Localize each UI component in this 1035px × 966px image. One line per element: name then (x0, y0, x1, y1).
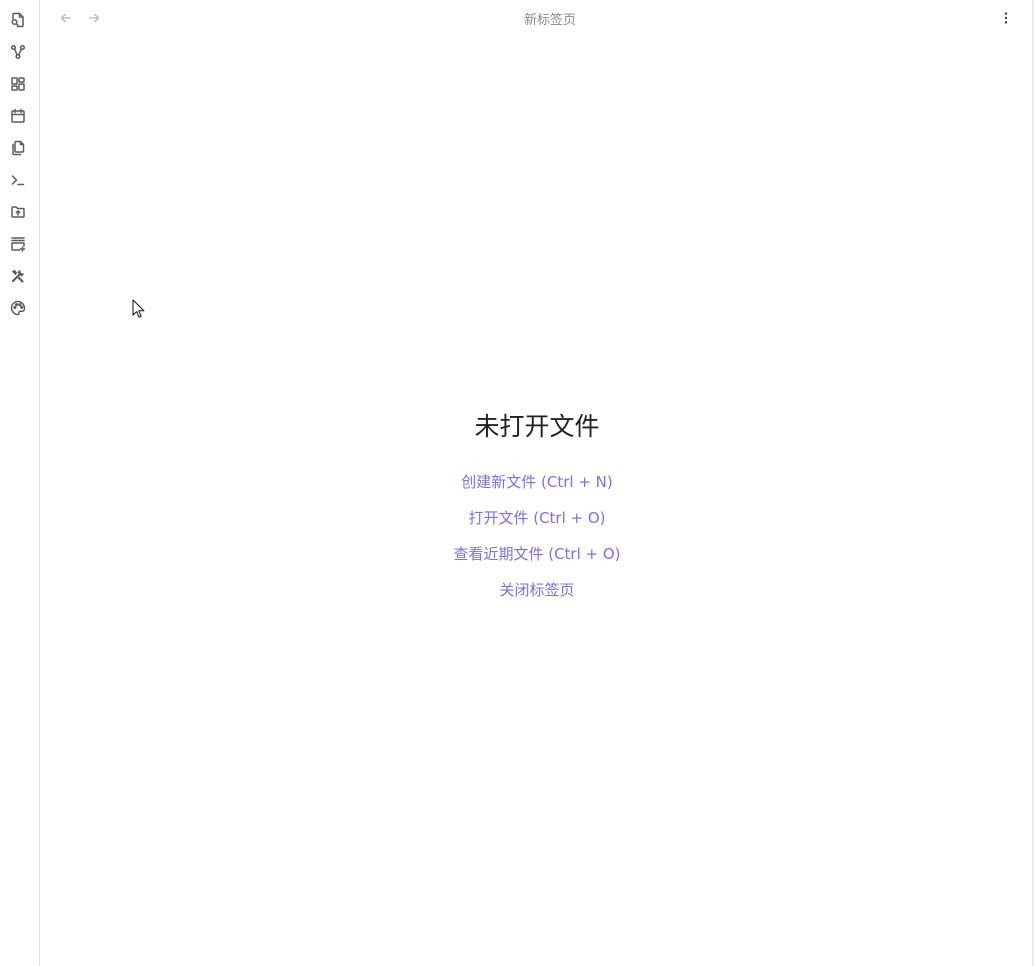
more-options-button[interactable] (996, 8, 1016, 28)
ribbon-plugins-button[interactable] (6, 264, 30, 288)
mouse-pointer-icon (132, 299, 145, 318)
ribbon-quick-switcher-button[interactable] (6, 8, 30, 32)
left-ribbon (0, 0, 40, 966)
files-icon (12, 140, 25, 156)
app-window: 新标签页 未打开文件 创建新文件 (Ctrl + N) 打开文件 (Ctrl +… (0, 0, 1035, 966)
forward-button[interactable] (84, 8, 104, 28)
git-fork-icon (10, 44, 26, 60)
panel-plus-icon (11, 237, 26, 252)
recent-files-link[interactable]: 查看近期文件 (Ctrl + O) (337, 536, 737, 572)
empty-state: 未打开文件 创建新文件 (Ctrl + N) 打开文件 (Ctrl + O) 查… (337, 408, 737, 608)
arrow-right-icon (88, 13, 100, 23)
create-new-file-link[interactable]: 创建新文件 (Ctrl + N) (337, 464, 737, 500)
layout-dashboard-icon (11, 77, 25, 91)
back-button[interactable] (56, 8, 76, 28)
terminal-icon (11, 175, 25, 186)
arrow-left-icon (60, 13, 72, 23)
palette-icon (10, 300, 26, 316)
file-search-icon (11, 12, 24, 28)
tab-title: 新标签页 (523, 13, 576, 28)
folder-up-icon (11, 206, 25, 218)
ribbon-templates-button[interactable] (6, 136, 30, 160)
more-vertical-icon (1004, 12, 1008, 24)
ribbon-daily-note-button[interactable] (6, 104, 30, 128)
calendar-icon (11, 108, 25, 123)
ribbon-publish-button[interactable] (6, 200, 30, 224)
empty-state-title: 未打开文件 (474, 412, 600, 441)
ribbon-canvas-button[interactable] (6, 72, 30, 96)
tools-icon (11, 270, 24, 283)
ribbon-command-palette-button[interactable] (6, 168, 30, 192)
ribbon-graph-view-button[interactable] (6, 40, 30, 64)
ribbon-new-canvas-button[interactable] (6, 232, 30, 256)
ribbon-theme-button[interactable] (6, 296, 30, 320)
close-tab-link[interactable]: 关闭标签页 (337, 572, 737, 608)
open-file-link[interactable]: 打开文件 (Ctrl + O) (337, 500, 737, 536)
